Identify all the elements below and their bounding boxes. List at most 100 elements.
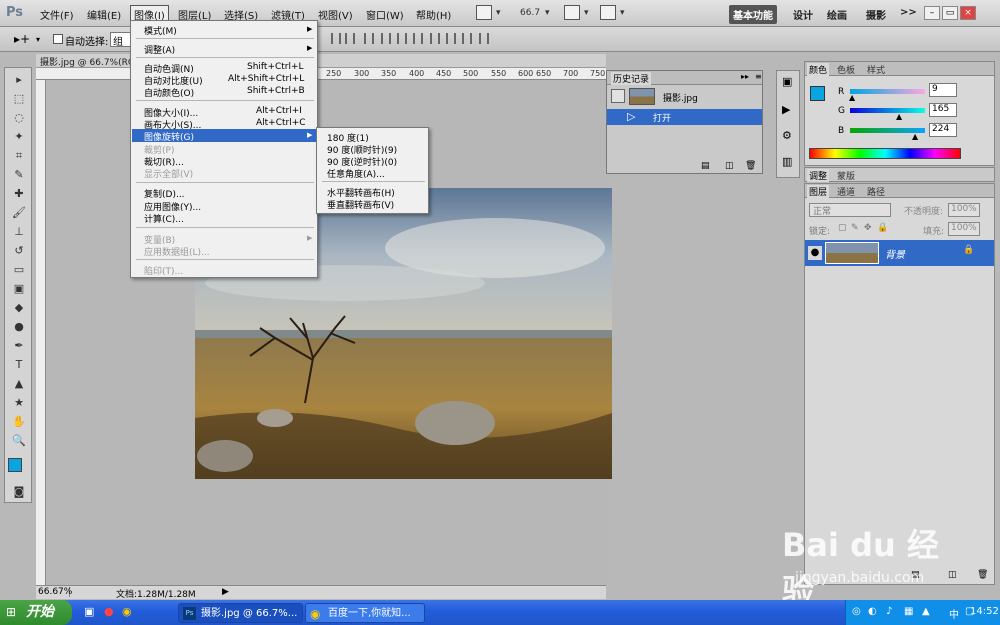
chrome-icon[interactable]: ◉	[122, 605, 132, 618]
lasso-tool-icon[interactable]: ◌	[9, 110, 29, 126]
zoom-level[interactable]: 66.7	[520, 8, 540, 18]
status-zoom[interactable]: 66.67%	[36, 587, 72, 597]
tab-history[interactable]: 历史记录	[611, 72, 652, 85]
eye-visibility-icon[interactable]: ●	[808, 246, 822, 260]
menu-item-apply-data-set[interactable]: 应用数据组(L)...	[144, 245, 210, 258]
bridge-icon[interactable]	[476, 5, 492, 20]
workspace-more[interactable]: >>	[896, 5, 921, 20]
tab-paths[interactable]: 路径	[867, 185, 885, 198]
slider-thumb-icon[interactable]: ▲	[912, 132, 918, 141]
align-icon[interactable]	[331, 33, 341, 44]
distribute-icon[interactable]	[413, 33, 423, 44]
chevron-down-icon[interactable]: ▾	[620, 8, 625, 18]
move-tool-icon[interactable]: ▸	[9, 72, 29, 88]
chevron-down-icon[interactable]: ▾	[584, 8, 589, 18]
new-document-icon[interactable]: ▤	[701, 161, 710, 171]
slider-thumb-icon[interactable]: ▲	[849, 93, 855, 102]
menu-view[interactable]: 视图(V)	[315, 6, 356, 23]
gradient-tool-icon[interactable]: ▣	[9, 281, 29, 297]
workspace-design[interactable]: 设计	[789, 5, 817, 24]
foreground-color-swatch[interactable]	[810, 86, 825, 101]
distribute-icon[interactable]	[397, 33, 407, 44]
marquee-tool-icon[interactable]: ⬚	[9, 91, 29, 107]
zoom-tool-icon[interactable]: 🔍	[9, 433, 29, 449]
foreground-color-swatch[interactable]	[8, 458, 22, 472]
document-tab[interactable]: 摄影.jpg @ 66.7%(RGB/8)	[36, 54, 606, 68]
layer-name[interactable]: 背景	[885, 246, 905, 261]
history-brush-icon[interactable]: ↺	[9, 243, 29, 259]
network-icon[interactable]: ▦	[904, 606, 913, 617]
eyedropper-icon[interactable]: ✎	[9, 167, 29, 183]
distribute-icon[interactable]	[462, 33, 472, 44]
menu-item-auto-color[interactable]: 自动颜色(O)	[144, 86, 194, 99]
menu-item-rotate-arbitrary[interactable]: 任意角度(A)...	[327, 167, 385, 180]
history-step-selected[interactable]: ▷ 打开	[607, 109, 762, 125]
styles-panel-icon[interactable]: ⚙	[782, 129, 792, 142]
red-value-field[interactable]: 9	[929, 83, 957, 97]
clock[interactable]: 14:52	[970, 606, 999, 617]
fill-field[interactable]: 100%	[948, 222, 980, 236]
pen-tool-icon[interactable]: ✒	[9, 338, 29, 354]
healing-brush-icon[interactable]: ✚	[9, 186, 29, 202]
lock-position-icon[interactable]: ✥	[864, 223, 872, 233]
new-group-icon[interactable]: ◫	[948, 570, 957, 580]
chevron-down-icon[interactable]: ▾	[36, 35, 40, 44]
history-panel-icon[interactable]: ▣	[782, 75, 792, 88]
tab-color[interactable]: 颜色	[807, 63, 830, 76]
lock-all-icon[interactable]: 🔒	[877, 223, 888, 233]
menu-item-reveal-all[interactable]: 显示全部(V)	[144, 167, 193, 180]
close-icon[interactable]: ×	[960, 6, 976, 20]
actions-panel-icon[interactable]: ▶	[782, 103, 790, 116]
input-language[interactable]: 中	[949, 606, 959, 621]
tray-icon[interactable]: ◐	[868, 606, 877, 617]
new-layer-icon[interactable]: ▤	[911, 570, 920, 580]
tab-layers[interactable]: 图层	[807, 185, 830, 198]
workspace-photography[interactable]: 摄影	[862, 5, 890, 24]
shape-tool-icon[interactable]: ★	[9, 395, 29, 411]
blue-value-field[interactable]: 224	[929, 123, 957, 137]
taskbar-item-photoshop[interactable]: Ps 摄影.jpg @ 66.7%...	[178, 603, 303, 623]
trash-icon[interactable]: 🗑	[977, 570, 988, 580]
history-brush-source-icon[interactable]	[611, 89, 625, 103]
menu-item-mode[interactable]: 模式(M)	[144, 24, 177, 37]
slider-thumb-icon[interactable]: ▲	[896, 112, 902, 121]
distribute-icon[interactable]	[430, 33, 440, 44]
layer-row-background[interactable]: ● 背景 🔒	[805, 240, 994, 266]
show-desktop-icon[interactable]: ▣	[84, 605, 94, 618]
dodge-tool-icon[interactable]: ●	[9, 319, 29, 335]
chevron-right-icon[interactable]: ▶	[222, 587, 229, 597]
align-icon[interactable]	[345, 33, 355, 44]
tab-channels[interactable]: 通道	[837, 185, 855, 198]
hand-tool-icon[interactable]: ✋	[9, 414, 29, 430]
clone-stamp-icon[interactable]: ⊥	[9, 224, 29, 240]
move-tool-icon[interactable]: ▸+	[14, 32, 30, 46]
menu-help[interactable]: 帮助(H)	[413, 6, 454, 23]
distribute-icon[interactable]	[381, 33, 391, 44]
menu-item-calculations[interactable]: 计算(C)...	[144, 212, 184, 225]
minimize-icon[interactable]: –	[924, 6, 940, 20]
tab-styles[interactable]: 样式	[867, 63, 885, 76]
lock-pixels-icon[interactable]: ✎	[851, 223, 859, 233]
tab-swatches[interactable]: 色板	[837, 63, 855, 76]
taskbar-item-browser[interactable]: ◉ 百度一下,你就知...	[305, 603, 425, 623]
menu-item-adjustments[interactable]: 调整(A)	[144, 43, 175, 56]
trash-icon[interactable]: 🗑	[745, 161, 756, 171]
opacity-field[interactable]: 100%	[948, 203, 980, 217]
properties-panel-icon[interactable]: ▥	[782, 155, 792, 168]
menu-item-trap[interactable]: 陷印(T)...	[144, 264, 183, 277]
crop-tool-icon[interactable]: ⌗	[9, 148, 29, 164]
blend-mode-dropdown[interactable]: 正常	[809, 203, 891, 217]
green-slider[interactable]	[850, 108, 925, 113]
browser-icon[interactable]: ●	[104, 605, 114, 618]
eraser-icon[interactable]: ▭	[9, 262, 29, 278]
new-snapshot-icon[interactable]: ◫	[725, 161, 734, 171]
auto-align-icon[interactable]	[479, 33, 489, 44]
restore-icon[interactable]: ▭	[942, 6, 958, 20]
auto-select-checkbox[interactable]	[53, 34, 63, 44]
volume-icon[interactable]: ♪	[886, 606, 892, 617]
chevron-down-icon[interactable]: ▾	[545, 8, 550, 18]
red-slider[interactable]	[850, 89, 925, 94]
tray-icon[interactable]: ▲	[922, 606, 930, 617]
magic-wand-icon[interactable]: ✦	[9, 129, 29, 145]
distribute-icon[interactable]	[364, 33, 374, 44]
